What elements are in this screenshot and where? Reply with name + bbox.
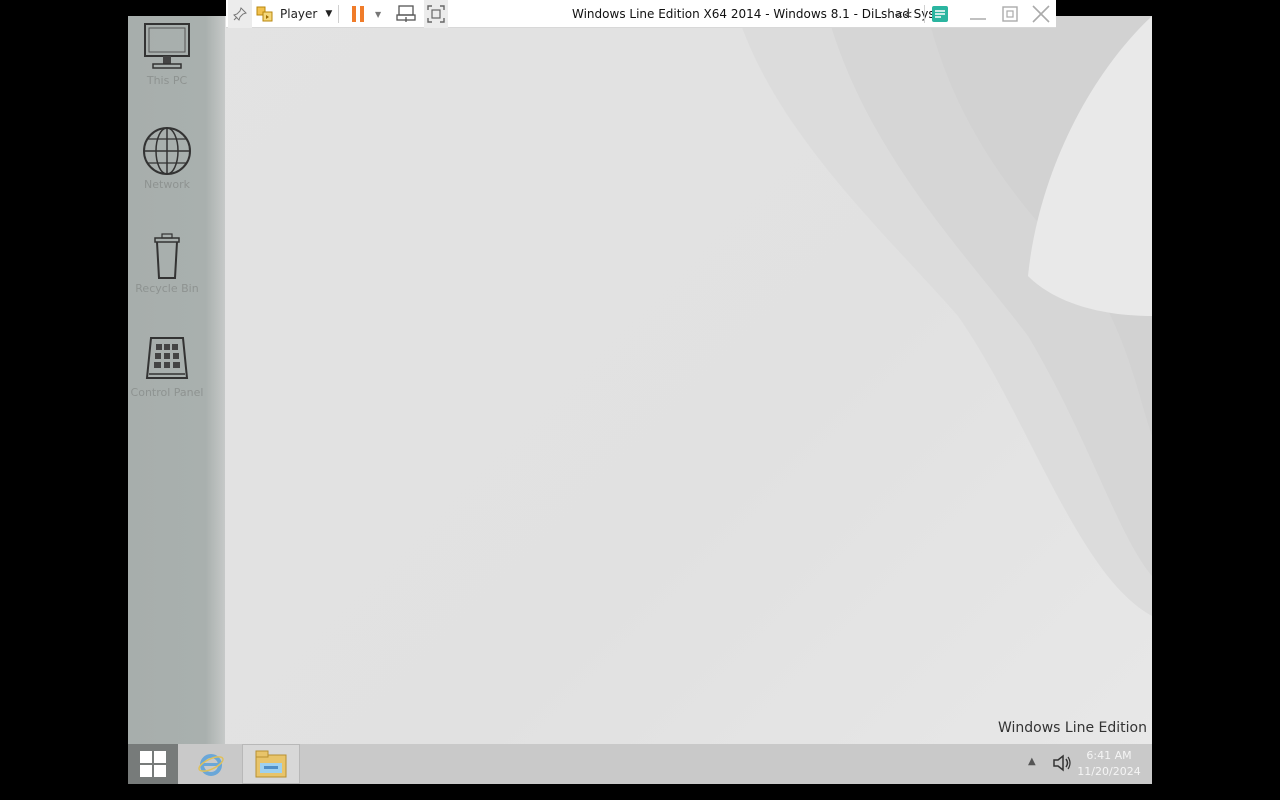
desktop-icon-control-panel[interactable]: Control Panel (128, 334, 206, 399)
taskbar-clock[interactable]: 6:41 AM 11/20/2024 (1074, 748, 1144, 780)
player-icon (256, 6, 273, 22)
close-icon (1032, 5, 1050, 23)
tray-chevron-icon[interactable]: ▲ (1028, 756, 1036, 767)
clock-time: 6:41 AM (1086, 749, 1132, 762)
desktop-icon-this-pc[interactable]: This PC (128, 22, 206, 87)
send-ctrl-alt-del-button[interactable] (396, 0, 416, 28)
restore-icon (1002, 6, 1018, 22)
dropdown-arrow-icon: ▼ (375, 9, 382, 19)
globe-icon (143, 127, 191, 175)
pin-button[interactable] (228, 0, 252, 28)
desktop-icon-label: Control Panel (130, 386, 204, 399)
collapse-toolbar-button[interactable]: << (894, 0, 912, 28)
restore-button[interactable] (1000, 0, 1020, 28)
fullscreen-button[interactable] (424, 0, 448, 28)
player-menu[interactable]: Player ▼ (256, 0, 332, 28)
pin-icon (233, 7, 247, 21)
notes-button[interactable] (931, 0, 949, 28)
file-explorer-icon (255, 750, 287, 778)
monitor-icon (144, 23, 190, 69)
windows-logo-icon (140, 751, 166, 777)
notes-icon (932, 6, 948, 22)
collapse-icon: << (894, 7, 913, 21)
vm-screen: This PC Network Recycle Bin Control Pane… (128, 16, 1152, 784)
send-ctrl-alt-del-icon (396, 5, 416, 22)
fullscreen-icon (427, 5, 445, 23)
taskbar-file-explorer[interactable] (242, 744, 300, 784)
desktop-icon-label: This PC (146, 74, 188, 87)
start-button[interactable] (128, 744, 178, 784)
vm-player-toolbar: Player ▼ ▼ Windows Line Edition X64 2014… (226, 0, 1056, 28)
minimize-icon (970, 18, 986, 20)
internet-explorer-icon (198, 754, 224, 776)
minimize-button[interactable] (968, 0, 988, 28)
taskbar-internet-explorer[interactable] (182, 744, 240, 784)
toolbar-separator (924, 5, 925, 23)
close-button[interactable] (1031, 0, 1051, 28)
desktop-icon-network[interactable]: Network (128, 126, 206, 191)
pause-button[interactable] (350, 0, 366, 28)
control-panel-icon (145, 337, 189, 379)
toolbar-separator (338, 5, 339, 23)
desktop-icon-label: Recycle Bin (135, 282, 199, 295)
vm-title: Windows Line Edition X64 2014 - Windows … (572, 7, 935, 21)
taskbar: ▲ 6:41 AM 11/20/2024 (128, 744, 1152, 784)
volume-icon[interactable] (1052, 754, 1072, 772)
player-menu-label: Player (280, 7, 318, 21)
recycle-bin-icon (154, 233, 180, 279)
clock-date: 11/20/2024 (1077, 765, 1141, 778)
desktop-icon-label: Network (144, 178, 190, 191)
power-options-dropdown[interactable]: ▼ (375, 0, 381, 28)
pause-icon (352, 6, 364, 22)
desktop-icon-recycle-bin[interactable]: Recycle Bin (128, 230, 206, 295)
edition-watermark: Windows Line Edition (997, 720, 1147, 736)
wallpaper-swirl (738, 16, 1152, 616)
dropdown-arrow-icon: ▼ (325, 9, 333, 19)
